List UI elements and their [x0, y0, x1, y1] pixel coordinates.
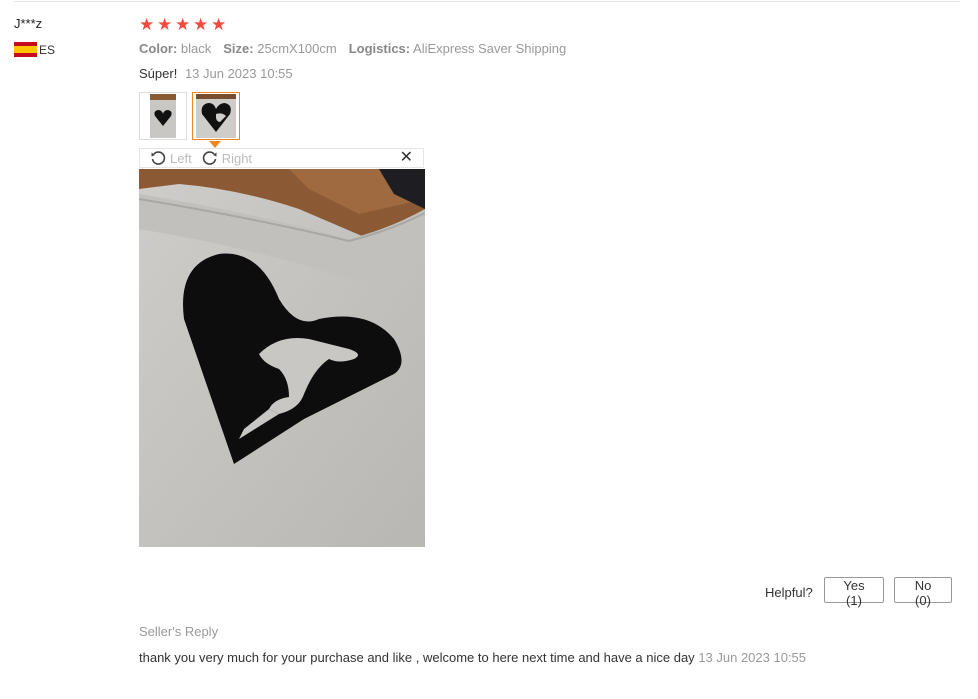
- seller-reply-text: thank you very much for your purchase an…: [139, 650, 695, 665]
- review-body: Súper! 13 Jun 2023 10:55: [139, 66, 293, 81]
- review-text: Súper!: [139, 66, 178, 81]
- rotate-left-icon: [151, 151, 166, 165]
- reviewer-name: J***z: [14, 16, 43, 31]
- star-icon: ★: [157, 15, 173, 34]
- divider-line: [14, 1, 960, 2]
- review-date: 13 Jun 2023 10:55: [184, 66, 293, 81]
- image-viewer-toolbar: Left Right ✕: [139, 148, 424, 168]
- review-thumbnail[interactable]: [139, 92, 187, 140]
- seller-reply-title: Seller's Reply: [139, 624, 219, 639]
- spain-flag-icon: [14, 42, 37, 57]
- star-rating: ★ ★ ★ ★ ★: [139, 15, 229, 35]
- country-code: ES: [39, 42, 56, 57]
- seller-reply: thank you very much for your purchase an…: [139, 648, 819, 667]
- attr-color: Color: black: [139, 41, 212, 56]
- attr-size: Size: 25cmX100cm: [223, 41, 337, 56]
- star-icon: ★: [193, 15, 209, 34]
- seller-reply-date: 13 Jun 2023 10:55: [698, 650, 807, 665]
- helpful-no-button[interactable]: No (0): [894, 577, 952, 608]
- review-thumbnail-selected[interactable]: [192, 92, 240, 140]
- review-thumbnails: [139, 92, 240, 140]
- selected-thumb-pointer: [209, 141, 221, 148]
- helpful-yes-button[interactable]: Yes (1): [824, 577, 884, 608]
- close-icon[interactable]: ✕: [400, 149, 413, 167]
- rotate-left-label: Left: [170, 150, 192, 166]
- order-attributes: Color: black Size: 25cmX100cm Logistics:…: [139, 41, 566, 56]
- review-photo-large: [139, 169, 425, 547]
- rotate-right-icon: [202, 151, 217, 165]
- rotate-right-button[interactable]: Right: [202, 150, 252, 166]
- helpful-label: Helpful?: [765, 585, 813, 600]
- reviewer-country: ES: [14, 42, 55, 57]
- rotate-right-label: Right: [221, 150, 253, 166]
- rotate-left-button[interactable]: Left: [150, 150, 192, 166]
- star-icon: ★: [211, 15, 227, 34]
- star-icon: ★: [175, 15, 191, 34]
- star-icon: ★: [139, 15, 155, 34]
- attr-logistics: Logistics: AliExpress Saver Shipping: [348, 41, 567, 56]
